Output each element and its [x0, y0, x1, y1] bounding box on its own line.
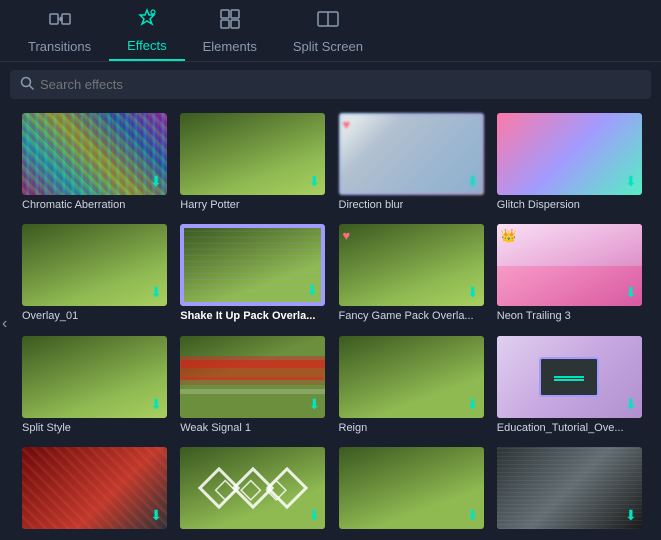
nav-elements[interactable]: Elements — [185, 0, 275, 61]
download-badge: ⬇ — [625, 284, 637, 301]
effect-item-3[interactable]: ♥⬇ Direction blur — [335, 107, 493, 218]
effect-label: Direction blur — [339, 199, 404, 211]
effect-item-11[interactable]: ⬇ Reign — [335, 330, 493, 441]
effect-thumbnail: ⬇ — [497, 447, 642, 529]
heart-badge: ♥ — [343, 117, 351, 132]
effect-label: Chromatic Aberration — [22, 199, 125, 211]
effect-label: Glitch Dispersion — [497, 199, 580, 211]
effect-item-2[interactable]: ⬇ Harry Potter — [176, 107, 334, 218]
effect-label: Reign — [339, 422, 368, 434]
effect-thumbnail: ⬇ — [22, 336, 167, 418]
effects-label: Effects — [127, 38, 167, 53]
effect-label: Weak Signal 1 — [180, 422, 251, 434]
effect-thumbnail: ♥⬇ — [339, 113, 484, 195]
search-icon — [20, 76, 34, 93]
effect-item-10[interactable]: ⬇ Weak Signal 1 — [176, 330, 334, 441]
effect-thumbnail: ⬇ — [22, 113, 167, 195]
split-screen-icon — [317, 8, 339, 35]
effect-label: Neon Trailing 3 — [497, 310, 571, 322]
search-bar — [10, 70, 651, 99]
effect-thumbnail: 👑⬇ — [497, 224, 642, 306]
effect-label: Harry Potter — [180, 199, 239, 211]
effect-item-16[interactable]: ⬇ — [493, 441, 651, 540]
effect-label: Fancy Game Pack Overla... — [339, 310, 474, 322]
download-badge: ⬇ — [150, 396, 162, 413]
effect-item-5[interactable]: ⬇ Overlay_01 — [18, 218, 176, 329]
download-badge: ⬇ — [625, 396, 637, 413]
crown-badge: 👑 — [501, 228, 517, 244]
effect-thumbnail: ⬇ — [180, 447, 325, 529]
effect-thumbnail: ♥⬇ — [339, 224, 484, 306]
effects-icon — [136, 7, 158, 34]
effect-label: Education_Tutorial_Ove... — [497, 422, 624, 434]
download-badge: ⬇ — [150, 173, 162, 190]
elements-label: Elements — [203, 39, 257, 54]
top-navigation: Transitions Effects Elements — [0, 0, 661, 62]
effect-item-15[interactable]: ⬇ — [335, 441, 493, 540]
effect-label: Overlay_01 — [22, 310, 78, 322]
effects-grid: ⬇ Chromatic Aberration ⬇ Harry Potter ♥⬇… — [0, 107, 661, 540]
effect-thumbnail: ⬇ — [22, 447, 167, 529]
effect-item-12[interactable]: ⬇ Education_Tutorial_Ove... — [493, 330, 651, 441]
effect-thumbnail: ⬇ — [497, 113, 642, 195]
nav-transitions[interactable]: Transitions — [10, 0, 109, 61]
effect-label: Split Style — [22, 422, 71, 434]
download-badge: ⬇ — [467, 173, 479, 190]
effect-item-7[interactable]: ♥⬇ Fancy Game Pack Overla... — [335, 218, 493, 329]
effect-thumbnail: ⬇ — [497, 336, 642, 418]
left-arrow-button[interactable]: ‹ — [0, 311, 9, 337]
effect-item-9[interactable]: ⬇ Split Style — [18, 330, 176, 441]
search-input[interactable] — [40, 77, 641, 92]
elements-icon — [219, 8, 241, 35]
effect-label: Shake It Up Pack Overla... — [180, 310, 315, 322]
nav-split-screen[interactable]: Split Screen — [275, 0, 381, 61]
download-badge: ⬇ — [307, 282, 319, 299]
download-badge: ⬇ — [309, 507, 321, 524]
effect-thumbnail: ⬇ — [22, 224, 167, 306]
download-badge: ⬇ — [150, 284, 162, 301]
download-badge: ⬇ — [467, 284, 479, 301]
effect-thumbnail: ⬇ — [339, 447, 484, 529]
split-screen-label: Split Screen — [293, 39, 363, 54]
effect-item-1[interactable]: ⬇ Chromatic Aberration — [18, 107, 176, 218]
effect-thumbnail: ⬇ — [339, 336, 484, 418]
effect-item-8[interactable]: 👑⬇ Neon Trailing 3 — [493, 218, 651, 329]
effect-thumbnail: ⬇ — [180, 224, 325, 306]
download-badge: ⬇ — [625, 507, 637, 524]
download-badge: ⬇ — [309, 396, 321, 413]
effect-item-6[interactable]: ⬇ Shake It Up Pack Overla... — [176, 218, 334, 329]
heart-badge: ♥ — [343, 228, 351, 243]
effect-thumbnail: ⬇ — [180, 336, 325, 418]
download-badge: ⬇ — [467, 396, 479, 413]
effects-grid-container: ‹ ⬇ Chromatic Aberration ⬇ Harry Potter … — [0, 107, 661, 540]
effect-item-14[interactable]: ⬇ — [176, 441, 334, 540]
nav-effects[interactable]: Effects — [109, 0, 185, 61]
download-badge: ⬇ — [150, 507, 162, 524]
effect-item-13[interactable]: ⬇ — [18, 441, 176, 540]
transitions-label: Transitions — [28, 39, 91, 54]
download-badge: ⬇ — [625, 173, 637, 190]
effect-item-4[interactable]: ⬇ Glitch Dispersion — [493, 107, 651, 218]
effect-thumbnail: ⬇ — [180, 113, 325, 195]
download-badge: ⬇ — [309, 173, 321, 190]
transitions-icon — [49, 8, 71, 35]
download-badge: ⬇ — [467, 507, 479, 524]
